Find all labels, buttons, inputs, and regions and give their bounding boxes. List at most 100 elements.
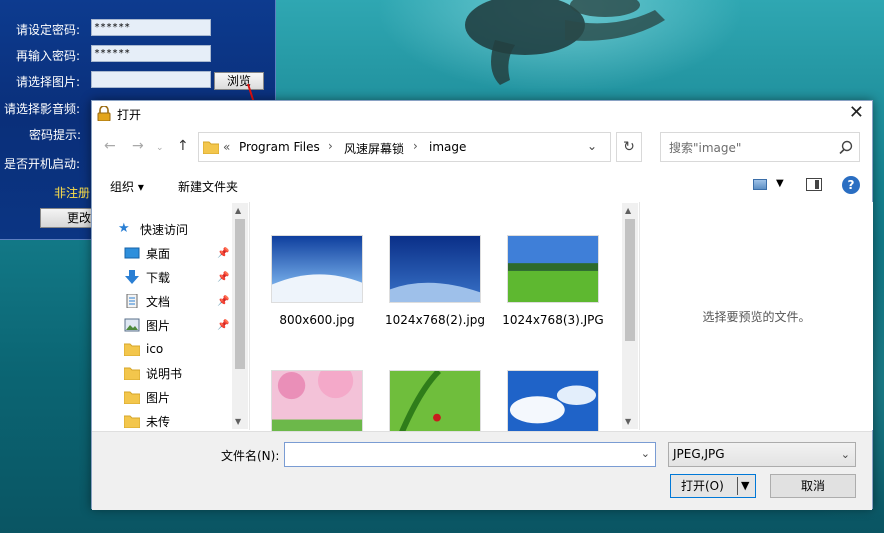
reenter-password-label: 再输入密码: — [16, 49, 81, 63]
file-list-scrollbar-thumb[interactable] — [625, 219, 635, 341]
nav-item-pictures[interactable]: 图片 — [124, 315, 170, 335]
search-box[interactable] — [660, 132, 860, 162]
filetype-select[interactable]: JPEG,JPG ⌄ — [668, 442, 856, 467]
download-icon — [125, 270, 139, 284]
breadcrumb-program-files[interactable]: Program Files — [239, 140, 320, 154]
nav-item-label: 图片 — [146, 390, 171, 405]
file-thumbnail — [271, 235, 363, 303]
preview-pane-toggle-icon[interactable] — [806, 178, 822, 191]
dialog-footer: 文件名(N): ⌄ JPEG,JPG ⌄ 打开(O) ▼ 取消 — [92, 431, 872, 510]
address-dropdown-icon[interactable]: ⌄ — [587, 139, 597, 153]
nav-scrollbar[interactable]: ▲ ▼ — [232, 203, 248, 429]
nav-item-downloads[interactable]: 下载 — [124, 267, 170, 287]
scroll-up-icon[interactable]: ▲ — [235, 206, 241, 215]
pin-icon[interactable]: 📌 — [217, 272, 229, 283]
nav-quick-access-label: 快速访问 — [140, 222, 189, 237]
cancel-button[interactable]: 取消 — [770, 474, 856, 498]
set-password-label: 请设定密码: — [16, 23, 81, 37]
nav-item-desktop[interactable]: 桌面 — [124, 243, 170, 263]
command-toolbar: 组织 ▾ 新建文件夹 ▼ ? — [92, 169, 872, 201]
open-options-dropdown-icon[interactable]: ▼ — [741, 475, 749, 497]
password-hint-label: 密码提示: — [29, 128, 82, 142]
navigation-bar: ← → ⌄ ↑ « Program Files › 风速屏幕锁 › image … — [92, 129, 872, 165]
scroll-down-icon[interactable]: ▼ — [235, 417, 241, 426]
folder-icon — [124, 343, 140, 356]
file-item[interactable]: 1024x768(3).JPG — [501, 235, 605, 328]
choose-audio-label: 请选择影音频: — [4, 102, 81, 116]
nav-item-folder[interactable]: 图片 — [124, 387, 170, 407]
up-arrow-icon[interactable]: ↑ — [177, 139, 189, 153]
filename-input[interactable] — [289, 446, 629, 463]
close-icon[interactable]: ✕ — [849, 103, 864, 123]
organize-menu[interactable]: 组织 ▾ — [110, 178, 144, 195]
refresh-icon: ↻ — [623, 139, 635, 155]
lock-icon — [97, 106, 111, 121]
file-thumbnail — [507, 370, 599, 438]
documents-icon — [126, 294, 138, 308]
nav-item-label: 图片 — [146, 318, 171, 333]
breadcrumb-separator[interactable]: › — [413, 139, 418, 153]
pictures-icon — [124, 318, 140, 332]
file-list-pane: 800x600.jpg 1024x768(2).jpg 1024x768(3).… — [249, 202, 623, 439]
search-icon — [839, 140, 853, 154]
scroll-down-icon[interactable]: ▼ — [625, 417, 631, 426]
pin-icon[interactable]: 📌 — [217, 320, 229, 331]
open-button[interactable]: 打开(O) ▼ — [670, 474, 756, 498]
unregistered-text: 非注册 — [54, 186, 91, 200]
file-thumbnail — [507, 235, 599, 303]
reenter-password-field[interactable] — [91, 45, 211, 62]
folder-icon — [203, 141, 219, 154]
nav-item-label: ico — [146, 342, 164, 356]
dialog-titlebar: 打开 ✕ — [92, 101, 872, 127]
nav-item-label: 说明书 — [146, 366, 183, 381]
filetype-value: JPEG,JPG — [673, 447, 725, 461]
modify-button-label: 更改 — [67, 211, 92, 225]
folder-icon — [124, 391, 140, 404]
pin-icon[interactable]: 📌 — [217, 248, 229, 259]
nav-item-folder[interactable]: 说明书 — [124, 363, 182, 383]
breadcrumb-app-folder[interactable]: 风速屏幕锁 — [344, 140, 404, 157]
filename-combobox[interactable]: ⌄ — [284, 442, 656, 467]
nav-scrollbar-thumb[interactable] — [235, 219, 245, 369]
nav-item-folder[interactable]: ico — [124, 339, 163, 359]
nav-item-label: 桌面 — [146, 246, 171, 261]
search-input[interactable] — [669, 139, 829, 156]
nav-item-documents[interactable]: 文档 — [124, 291, 170, 311]
view-dropdown-icon[interactable]: ▼ — [776, 178, 784, 189]
chevron-down-icon[interactable]: ⌄ — [841, 443, 850, 466]
breadcrumb-overflow[interactable]: « — [223, 140, 230, 154]
file-thumbnail — [389, 368, 481, 439]
breadcrumb-image[interactable]: image — [429, 140, 466, 154]
new-folder-button[interactable]: 新建文件夹 — [178, 178, 238, 195]
preview-placeholder-text: 选择要预览的文件。 — [702, 310, 811, 324]
back-arrow-icon[interactable]: ← — [104, 139, 116, 153]
open-button-label: 打开(O) — [681, 479, 724, 493]
help-icon[interactable]: ? — [842, 176, 860, 194]
nav-quick-access[interactable]: ★ 快速访问 — [118, 219, 188, 239]
breadcrumb-separator[interactable]: › — [328, 139, 333, 153]
file-name: 1024x768(3).JPG — [502, 313, 604, 327]
file-item[interactable]: 800x600.jpg — [265, 235, 369, 328]
chevron-down-icon[interactable]: ⌄ — [641, 447, 650, 460]
file-list-scrollbar[interactable]: ▲ ▼ — [622, 203, 638, 429]
folder-icon — [124, 415, 140, 428]
nav-item-folder[interactable]: 未传 — [124, 411, 170, 431]
image-path-field[interactable] — [91, 71, 211, 88]
scroll-up-icon[interactable]: ▲ — [625, 206, 631, 215]
dialog-title: 打开 — [117, 108, 142, 122]
refresh-button[interactable]: ↻ — [616, 132, 642, 162]
swimmer-image — [465, 0, 665, 85]
nav-item-label: 未传 — [146, 414, 171, 429]
split-divider — [737, 477, 738, 495]
desktop-icon — [124, 247, 140, 259]
file-item[interactable]: 1024x768(2).jpg — [383, 235, 487, 328]
address-bar[interactable]: « Program Files › 风速屏幕锁 › image ⌄ — [198, 132, 611, 162]
open-file-dialog: 打开 ✕ ← → ⌄ ↑ « Program Files › 风速屏幕锁 › i… — [91, 100, 873, 510]
pin-icon[interactable]: 📌 — [217, 296, 229, 307]
autostart-label: 是否开机启动: — [4, 157, 81, 171]
recent-locations-icon[interactable]: ⌄ — [156, 141, 164, 155]
set-password-field[interactable] — [91, 19, 211, 36]
forward-arrow-icon[interactable]: → — [132, 139, 144, 153]
nav-item-label: 文档 — [146, 294, 171, 309]
view-options-icon[interactable] — [753, 179, 767, 190]
